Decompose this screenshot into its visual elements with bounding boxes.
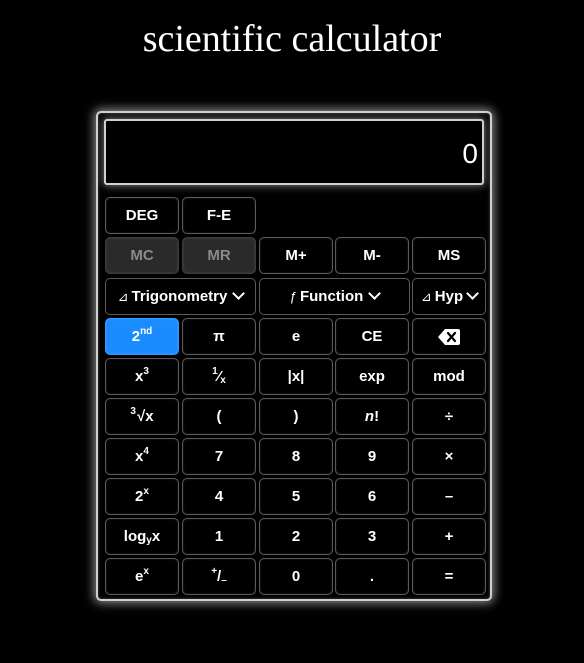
digit-3-button[interactable]: 3 <box>335 518 409 555</box>
cube-root-base: x <box>145 408 154 425</box>
ce-button[interactable]: CE <box>335 318 409 355</box>
trigonometry-dropdown[interactable]: ⊿ Trigonometry <box>105 278 256 315</box>
two-power-x-button[interactable]: 2x <box>105 478 179 515</box>
fourth-base: x <box>135 448 144 465</box>
log-base-y-button[interactable]: log y x <box>105 518 179 555</box>
digit-7-button[interactable]: 7 <box>182 438 256 475</box>
chevron-down-icon <box>232 287 246 300</box>
digit-2-button[interactable]: 2 <box>259 518 333 555</box>
second-function-button[interactable]: 2nd <box>105 318 179 355</box>
digit-0-button[interactable]: 0 <box>259 558 333 595</box>
factorial-bang: ! <box>374 408 380 425</box>
trigonometry-label: Trigonometry <box>131 288 228 305</box>
display: 0 <box>104 119 484 185</box>
fe-button[interactable]: F-E <box>182 197 256 234</box>
mod-button[interactable]: mod <box>412 358 486 395</box>
plus-button[interactable]: + <box>412 518 486 555</box>
cube-root-index: 3 <box>130 406 136 417</box>
cube-button[interactable]: x3 <box>105 358 179 395</box>
m-plus-button[interactable]: M+ <box>259 237 333 274</box>
m-minus-button[interactable]: M- <box>335 237 409 274</box>
reciprocal-button[interactable]: 1 ⁄ x <box>182 358 256 395</box>
chevron-down-icon <box>466 287 479 300</box>
right-paren-button[interactable]: ) <box>259 398 333 435</box>
page-title: scientific calculator <box>142 18 442 60</box>
cube-base: x <box>135 368 144 385</box>
log-post: x <box>151 528 161 545</box>
ms-button[interactable]: MS <box>412 237 486 274</box>
digit-6-button[interactable]: 6 <box>335 478 409 515</box>
second-base: 2 <box>131 328 141 345</box>
equals-button[interactable]: = <box>412 558 486 595</box>
left-paren-button[interactable]: ( <box>182 398 256 435</box>
minus-button[interactable]: – <box>412 478 486 515</box>
decimal-button[interactable]: . <box>335 558 409 595</box>
e-power-base: e <box>135 568 144 585</box>
hyp-dropdown[interactable]: ⊿ Hyp <box>412 278 486 315</box>
calculator: 0 DEG F-E MC MR M+ M- MS ⊿ Trigonometry … <box>96 111 492 601</box>
backspace-icon <box>438 328 460 345</box>
factorial-button[interactable]: n! <box>335 398 409 435</box>
two-power-base: 2 <box>135 488 144 505</box>
function-label: Function <box>299 288 364 305</box>
multiply-button[interactable]: × <box>412 438 486 475</box>
display-value: 0 <box>462 138 478 169</box>
deg-button[interactable]: DEG <box>105 197 179 234</box>
e-button[interactable]: e <box>259 318 333 355</box>
function-dropdown[interactable]: ƒ Function <box>259 278 410 315</box>
radical-icon: √ <box>136 408 146 425</box>
backspace-button[interactable] <box>412 318 486 355</box>
exp-button[interactable]: exp <box>335 358 409 395</box>
hyp-label: Hyp <box>434 288 464 305</box>
digit-1-button[interactable]: 1 <box>182 518 256 555</box>
mr-button[interactable]: MR <box>182 237 256 274</box>
triangle-icon: ⊿ <box>420 288 432 304</box>
cube-root-button[interactable]: 3 √ x <box>105 398 179 435</box>
function-icon: ƒ <box>289 289 297 304</box>
fourth-power-button[interactable]: x4 <box>105 438 179 475</box>
chevron-down-icon <box>368 287 382 300</box>
log-pre: log <box>123 528 147 545</box>
digit-5-button[interactable]: 5 <box>259 478 333 515</box>
plus-minus-button[interactable]: + / – <box>182 558 256 595</box>
digit-8-button[interactable]: 8 <box>259 438 333 475</box>
abs-button[interactable]: |x| <box>259 358 333 395</box>
digit-4-button[interactable]: 4 <box>182 478 256 515</box>
digit-9-button[interactable]: 9 <box>335 438 409 475</box>
triangle-icon: ⊿ <box>117 288 129 304</box>
factorial-n: n <box>364 408 375 425</box>
e-power-x-button[interactable]: ex <box>105 558 179 595</box>
mc-button[interactable]: MC <box>105 237 179 274</box>
divide-button[interactable]: ÷ <box>412 398 486 435</box>
pi-button[interactable]: π <box>182 318 256 355</box>
